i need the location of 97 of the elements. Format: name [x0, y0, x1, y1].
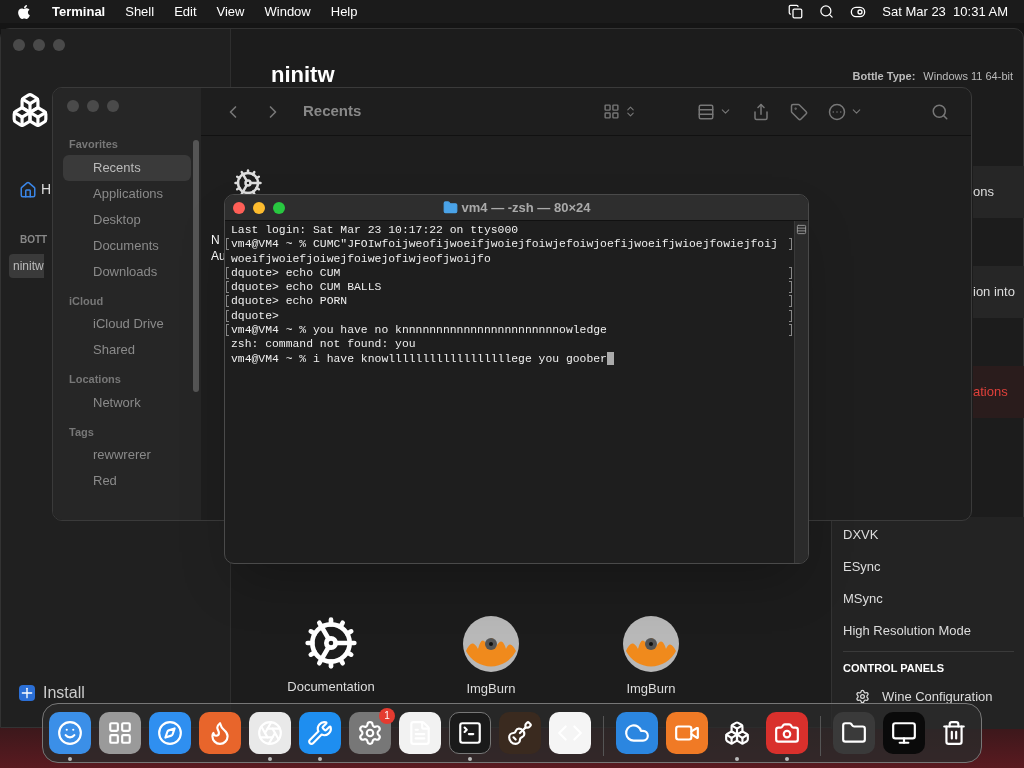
terminal-line: woeifjwoiefjoiwejfoiwejofiwjeofjwoijfo [231, 251, 491, 266]
more-button[interactable] [828, 102, 863, 121]
apple-icon[interactable] [16, 3, 32, 20]
menu-bar-clock[interactable]: Sat Mar 23 10:31 AM [882, 1, 1008, 22]
chevrons-icon [624, 105, 637, 118]
sidebar-item[interactable]: Recents [63, 154, 191, 181]
file-label: N [211, 232, 221, 248]
sidebar-item[interactable]: Documents [63, 232, 191, 259]
grid-icon [603, 103, 620, 120]
terminal-line: Last login: Sat Mar 23 10:17:22 on ttys000 [231, 223, 519, 238]
view-toggle[interactable] [603, 103, 637, 120]
boxes-icon [11, 91, 49, 129]
window-title: vm4 — -zsh — 80×24 [461, 198, 591, 217]
program-item[interactable]: Documentation [281, 615, 381, 699]
menu-item[interactable]: Help [330, 1, 358, 22]
program-item[interactable]: ImgBurn [601, 615, 701, 699]
scrollbar[interactable] [794, 221, 808, 563]
document-icon[interactable] [399, 711, 441, 754]
cloud-icon[interactable] [616, 711, 658, 754]
burning-disc-icon [622, 615, 680, 673]
section-heading: CONTROL PANELS [843, 661, 946, 676]
setting-label: DXVK [843, 526, 880, 544]
flame-icon[interactable] [199, 711, 241, 754]
mark-bracket [789, 324, 792, 337]
menu-item[interactable]: Edit [174, 1, 197, 22]
search-icon[interactable] [819, 4, 835, 19]
home-icon[interactable] [19, 180, 37, 199]
burning-disc-icon [462, 615, 520, 673]
sidebar-heading: iCloud [69, 293, 105, 309]
mark-bracket [789, 238, 792, 251]
menu-item[interactable]: View [216, 1, 245, 22]
panel-text[interactable]: ons [973, 182, 994, 202]
terminal-line: vm4@VM4 ~ % CUMC"JFOIwfoijweofijwoeifjwoiejfoiwjefoiwjoefijwoeifjwioejfowiejfoij [231, 237, 778, 252]
windows-icon[interactable] [788, 4, 804, 19]
sidebar-item[interactable]: iCloud Drive [63, 311, 191, 337]
sidebar-item[interactable]: Red [63, 468, 191, 494]
rows-icon [697, 102, 715, 121]
folder-stack-icon[interactable] [833, 711, 875, 754]
install-button[interactable]: Install [19, 681, 85, 705]
terminal-line: vm4@VM4 ~ % you have no knnnnnnnnnnnnnnnnnnnnnnnowledge [231, 323, 607, 338]
program-item[interactable]: ImgBurn [441, 615, 541, 699]
menu-item[interactable]: Window [264, 1, 311, 22]
sidebar-item[interactable]: Desktop [63, 206, 191, 233]
terminal-line: dquote> echo CUM [231, 265, 341, 281]
sidebar-item[interactable]: Downloads [63, 258, 191, 285]
sidebar-item[interactable]: rewwrerer [63, 442, 191, 468]
window-title: Recents [303, 101, 362, 122]
guitar-icon[interactable] [499, 711, 541, 754]
sidebar-heading: Tags [69, 424, 95, 440]
smile-icon[interactable] [49, 711, 91, 754]
terminal-icon[interactable] [449, 711, 491, 754]
setting-label: High Resolution Mode [843, 622, 972, 640]
marks-icon[interactable] [796, 224, 807, 235]
notification-badge: 1 [379, 707, 395, 724]
menu-app-name[interactable]: Terminal [52, 1, 106, 22]
terminal-line: dquote> [231, 308, 279, 324]
minimize-button[interactable] [253, 201, 265, 214]
terminal-line: zsh: command not found: you [231, 337, 416, 352]
tag-icon[interactable] [790, 102, 808, 121]
terminal-line: vm4@VM4 ~ % i have knowllllllllllllllllllege you goober [231, 351, 607, 366]
group-button[interactable] [697, 102, 732, 121]
bottle-title: ninitw [271, 63, 335, 87]
zoom-button[interactable] [273, 201, 285, 214]
setting-label: MSync [843, 590, 884, 608]
compass-icon[interactable] [149, 711, 191, 754]
code-icon[interactable] [549, 711, 591, 754]
gear-icon [303, 615, 359, 671]
control-panel-item[interactable]: Wine Configuration [843, 686, 1014, 706]
terminal-line: dquote> echo PORN [231, 294, 348, 309]
field-value: Windows 11 64-bit [923, 69, 1013, 84]
scrollbar[interactable] [193, 140, 199, 392]
sidebar-heading: Favorites [69, 137, 119, 152]
terminal-line: dquote> echo CUM BALLS [231, 280, 382, 295]
close-button[interactable] [233, 201, 245, 214]
aperture-icon[interactable] [249, 711, 291, 754]
video-icon[interactable] [666, 711, 708, 754]
grid-icon[interactable] [99, 711, 141, 754]
sidebar-heading: Locations [69, 372, 122, 387]
plus-icon [19, 685, 35, 701]
sidebar-item[interactable]: ninitw [9, 254, 44, 278]
sidebar-item[interactable]: Applications [63, 180, 191, 207]
sidebar-item[interactable]: Network [63, 389, 191, 416]
wrench-icon[interactable] [299, 711, 341, 754]
gear-icon[interactable] [349, 711, 391, 754]
camera-icon[interactable] [766, 711, 808, 754]
monitor-icon[interactable] [883, 711, 925, 754]
gear-icon [855, 688, 870, 704]
sidebar-item[interactable]: H [41, 179, 52, 200]
mark-bracket [789, 266, 792, 279]
field-label: Bottle Type: [852, 69, 916, 84]
ellipsis-icon [828, 102, 846, 121]
sidebar-item[interactable]: Shared [63, 337, 191, 363]
setting-label: ESync [843, 558, 882, 576]
sidebar-heading: BOTT [20, 233, 48, 247]
menu-item[interactable]: Shell [125, 1, 155, 22]
folder-icon [442, 200, 458, 215]
share-icon[interactable] [752, 102, 770, 121]
